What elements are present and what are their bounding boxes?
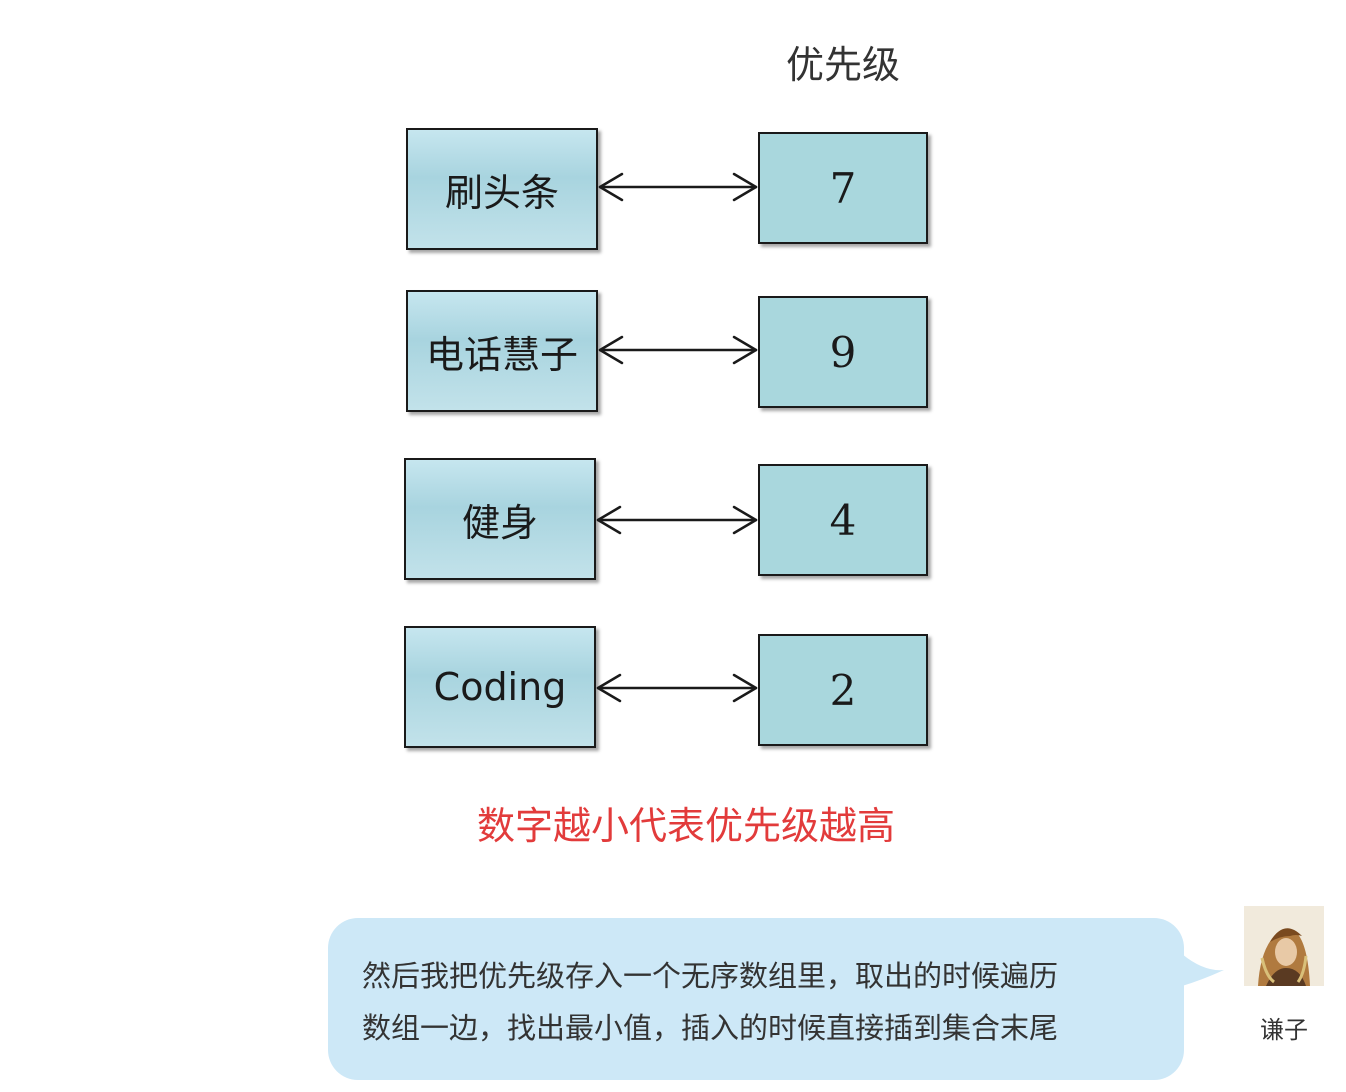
avatar-portrait-icon (1244, 906, 1324, 986)
message-line: 然后我把优先级存入一个无序数组里，取出的时候遍历 (362, 959, 1059, 993)
bubble-tail (1182, 954, 1224, 986)
arrow-layer (596, 172, 758, 703)
message-line: 数组一边，找出最小值，插入的时候直接插到集合末尾 (362, 1011, 1059, 1045)
avatar[interactable] (1244, 906, 1324, 986)
chat-bubble: 然后我把优先级存入一个无序数组里，取出的时候遍历 数组一边，找出最小值，插入的时… (328, 918, 1184, 1080)
double-arrow-icon (596, 673, 758, 703)
sender-name: 谦子 (1260, 1016, 1308, 1044)
priority-note: 数字越小代表优先级越高 (476, 804, 895, 848)
double-arrow-icon (598, 335, 758, 365)
double-arrow-icon (596, 505, 758, 535)
priority-diagram: 优先级 刷头条 7 电话慧子 9 健身 4 Coding 2 数字越小代表优先级… (0, 0, 1346, 880)
double-arrow-icon (598, 172, 758, 202)
